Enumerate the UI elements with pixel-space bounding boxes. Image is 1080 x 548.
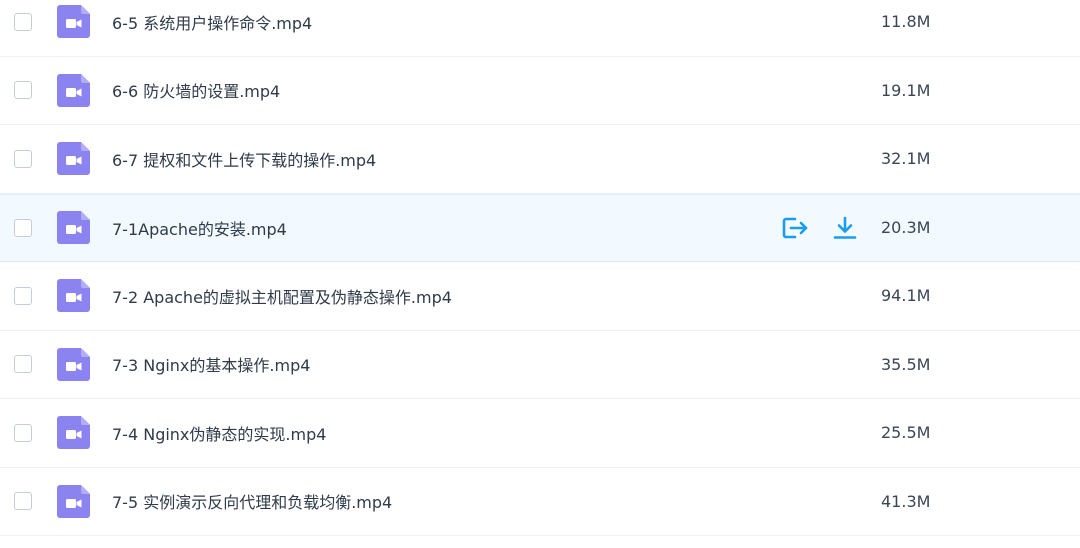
file-size: 32.1M bbox=[881, 149, 931, 169]
file-size: 94.1M bbox=[881, 286, 931, 306]
video-file-icon bbox=[57, 347, 90, 381]
row-checkbox[interactable] bbox=[14, 149, 32, 168]
row-checkbox[interactable] bbox=[14, 286, 32, 305]
row-checkbox[interactable] bbox=[14, 218, 32, 237]
row-checkbox[interactable] bbox=[14, 12, 32, 31]
video-file-icon bbox=[57, 279, 90, 313]
video-file-icon bbox=[57, 73, 90, 107]
file-row[interactable]: 6-7 提权和文件上传下载的操作.mp4 32.1M bbox=[0, 125, 1080, 194]
row-actions bbox=[780, 213, 860, 243]
file-row[interactable]: 7-2 Apache的虚拟主机配置及伪静态操作.mp4 94.1M bbox=[0, 262, 1080, 331]
file-size: 35.5M bbox=[881, 354, 931, 374]
video-file-icon bbox=[57, 211, 90, 245]
file-name[interactable]: 7-3 Nginx的基本操作.mp4 bbox=[112, 352, 310, 376]
file-list: 6-5 系统用户操作命令.mp4 11.8M 6-6 防火墙的设置.mp4 19… bbox=[0, 0, 1080, 536]
file-row[interactable]: 7-5 实例演示反向代理和负载均衡.mp4 41.3M bbox=[0, 467, 1080, 536]
file-row[interactable]: 7-4 Nginx伪静态的实现.mp4 25.5M bbox=[0, 399, 1080, 468]
row-checkbox[interactable] bbox=[14, 81, 32, 100]
file-row[interactable]: 7-3 Nginx的基本操作.mp4 35.5M bbox=[0, 330, 1080, 399]
file-name[interactable]: 7-4 Nginx伪静态的实现.mp4 bbox=[112, 421, 326, 445]
file-size: 20.3M bbox=[881, 218, 931, 238]
file-name[interactable]: 6-5 系统用户操作命令.mp4 bbox=[112, 10, 312, 34]
row-checkbox[interactable] bbox=[14, 423, 32, 442]
file-size: 25.5M bbox=[881, 423, 931, 443]
video-file-icon bbox=[57, 142, 90, 176]
file-size: 11.8M bbox=[881, 12, 931, 32]
file-size: 19.1M bbox=[881, 80, 931, 100]
video-file-icon bbox=[57, 484, 90, 518]
file-name[interactable]: 6-7 提权和文件上传下载的操作.mp4 bbox=[112, 147, 376, 171]
row-checkbox[interactable] bbox=[14, 492, 32, 511]
row-checkbox[interactable] bbox=[14, 355, 32, 374]
download-icon[interactable] bbox=[830, 213, 860, 243]
file-row[interactable]: 6-6 防火墙的设置.mp4 19.1M bbox=[0, 56, 1080, 125]
file-name[interactable]: 6-6 防火墙的设置.mp4 bbox=[112, 78, 280, 102]
share-icon[interactable] bbox=[780, 213, 810, 243]
file-row-hovered[interactable]: 7-1Apache的安装.mp4 20.3M bbox=[0, 193, 1080, 262]
file-row[interactable]: 6-5 系统用户操作命令.mp4 11.8M bbox=[0, 0, 1080, 57]
file-name[interactable]: 7-1Apache的安装.mp4 bbox=[112, 216, 287, 240]
file-name[interactable]: 7-2 Apache的虚拟主机配置及伪静态操作.mp4 bbox=[112, 284, 452, 308]
video-file-icon bbox=[57, 416, 90, 450]
video-file-icon bbox=[57, 5, 90, 39]
file-name[interactable]: 7-5 实例演示反向代理和负载均衡.mp4 bbox=[112, 489, 392, 513]
file-size: 41.3M bbox=[881, 491, 931, 511]
